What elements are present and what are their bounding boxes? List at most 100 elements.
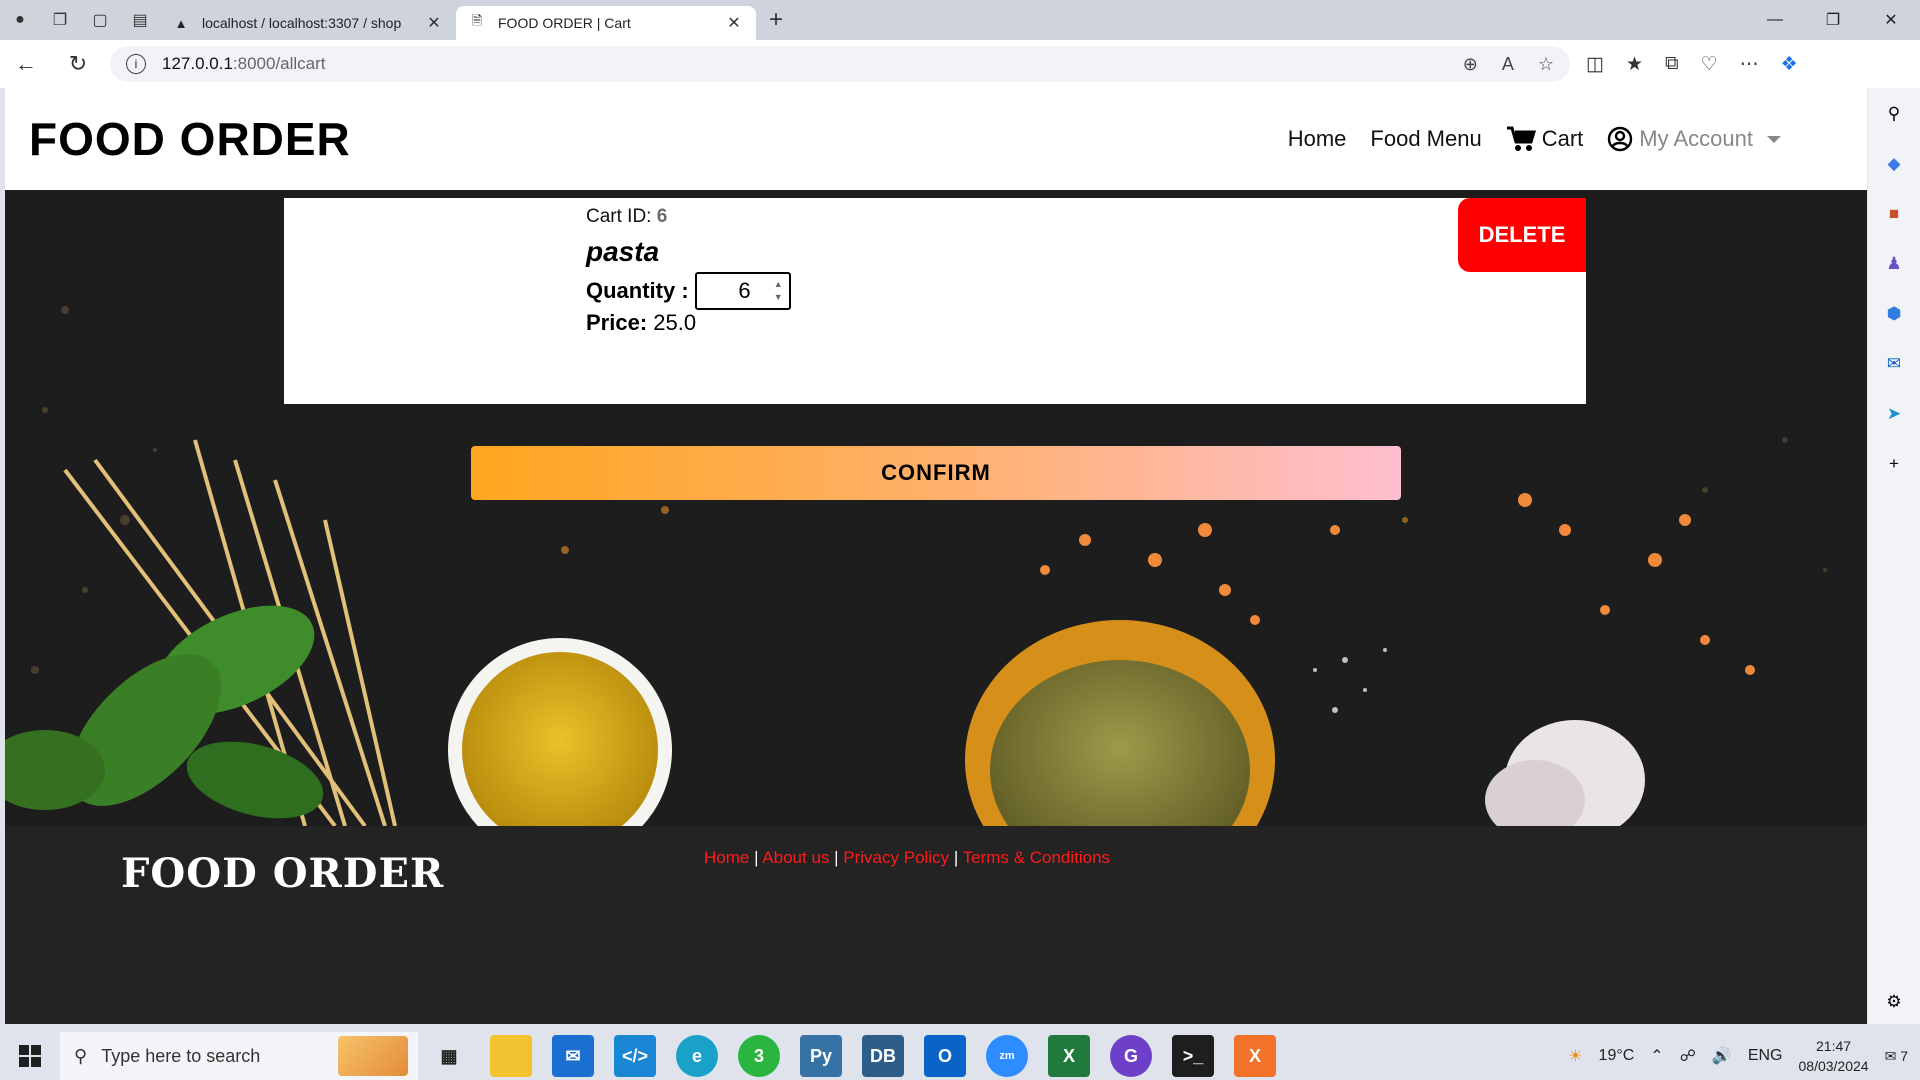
price-label: Price: <box>586 310 648 335</box>
nav-cart[interactable]: Cart <box>1500 126 1590 152</box>
excel-icon[interactable]: X <box>1048 1035 1090 1077</box>
pinned-tab-icon[interactable]: ▤ <box>120 0 160 40</box>
url-host: 127.0.0.1 <box>162 54 233 73</box>
window-controls: — ❐ ✕ <box>1746 0 1920 40</box>
footer-link-terms[interactable]: Terms & Conditions <box>963 848 1110 867</box>
zoom-icon[interactable]: zm <box>986 1035 1028 1077</box>
new-tab-button[interactable]: + <box>756 0 796 40</box>
footer-logo: FOOD ORDER <box>121 850 445 897</box>
favorites-icon[interactable]: ★ <box>1626 53 1643 76</box>
read-aloud-icon[interactable]: A <box>1502 54 1514 75</box>
spinner-icon[interactable]: ▲ ▼ <box>774 278 783 304</box>
search-icon[interactable]: ⚲ <box>1882 102 1906 126</box>
whatsapp-icon[interactable]: 3 <box>738 1035 780 1077</box>
page-viewport: FOOD ORDER Home Food Menu Cart My Accoun… <box>5 88 1867 1024</box>
minimize-icon[interactable]: — <box>1746 0 1804 40</box>
send-icon[interactable]: ➤ <box>1882 402 1906 426</box>
quantity-stepper[interactable]: 6 ▲ ▼ <box>694 272 791 310</box>
xampp-icon[interactable]: X <box>1234 1035 1276 1077</box>
network-icon[interactable]: ☍ <box>1680 1046 1696 1066</box>
language-indicator[interactable]: ENG <box>1748 1047 1783 1065</box>
system-tray: ☀ 19°C ⌃ ☍ 🔊 ENG 21:47 08/03/2024 ✉ 7 <box>1568 1036 1920 1076</box>
start-button[interactable] <box>0 1032 60 1080</box>
collections-icon[interactable]: ⧉ <box>1665 53 1679 76</box>
add-icon[interactable]: + <box>1882 452 1906 476</box>
file-explorer-icon[interactable] <box>490 1035 532 1077</box>
github-desktop-icon[interactable]: G <box>1110 1035 1152 1077</box>
weather-icon[interactable]: ☀ <box>1568 1046 1582 1066</box>
url-path: :8000/allcart <box>232 54 326 73</box>
close-icon[interactable]: ✕ <box>724 13 744 33</box>
nav-account-label: My Account <box>1639 126 1753 151</box>
quantity-row: Quantity : 6 ▲ ▼ <box>586 272 791 310</box>
microsoft365-icon[interactable]: ⬢ <box>1882 302 1906 326</box>
restore-icon[interactable]: ❐ <box>1804 0 1862 40</box>
task-view-icon[interactable]: ▦ <box>428 1035 470 1077</box>
chevron-up-icon[interactable]: ⌃ <box>1650 1046 1663 1066</box>
site-header: FOOD ORDER Home Food Menu Cart My Accoun… <box>5 88 1867 190</box>
phpmyadmin-icon: ▲ <box>174 15 188 31</box>
outlook-new-icon[interactable]: O <box>924 1035 966 1077</box>
price-value: 25.0 <box>653 310 697 335</box>
footer-link-about[interactable]: About us <box>762 848 829 867</box>
clock-time: 21:47 <box>1816 1038 1852 1054</box>
quantity-value: 6 <box>738 278 751 303</box>
browser-essentials-icon[interactable]: ♡ <box>1701 53 1718 76</box>
shopping-icon[interactable]: ◆ <box>1882 152 1906 176</box>
footer-link-privacy[interactable]: Privacy Policy <box>843 848 949 867</box>
python-icon[interactable]: Py <box>800 1035 842 1077</box>
weather-temp[interactable]: 19°C <box>1599 1047 1635 1065</box>
footer-link-home[interactable]: Home <box>704 848 749 867</box>
confirm-button[interactable]: CONFIRM <box>471 446 1401 500</box>
zoom-icon[interactable]: ⊕ <box>1463 54 1478 75</box>
browser-tab-strip: ● ❐ ▢ ▤ ▲ localhost / localhost:3307 / s… <box>0 0 1920 40</box>
settings-gear-icon[interactable]: ⚙ <box>1882 990 1906 1014</box>
tools-icon[interactable]: ■ <box>1882 202 1906 226</box>
quantity-label: Quantity : <box>586 278 689 303</box>
nav-food-menu[interactable]: Food Menu <box>1364 126 1487 152</box>
workspaces-icon[interactable]: ❐ <box>40 0 80 40</box>
vscode-icon[interactable]: </> <box>614 1035 656 1077</box>
site-logo[interactable]: FOOD ORDER <box>29 112 351 166</box>
cart-id-label: Cart ID: <box>586 206 652 227</box>
tab-phpmyadmin[interactable]: ▲ localhost / localhost:3307 / shop ✕ <box>160 6 456 40</box>
notification-icon[interactable]: ✉ 7 <box>1885 1048 1908 1065</box>
outlook-icon[interactable]: ✉ <box>1882 352 1906 376</box>
nav-cart-label: Cart <box>1541 126 1584 151</box>
profile-icon[interactable]: ● <box>0 0 40 40</box>
clock[interactable]: 21:47 08/03/2024 <box>1799 1036 1869 1076</box>
chevron-down-icon <box>1767 135 1781 143</box>
nav-my-account[interactable]: My Account <box>1601 126 1787 152</box>
search-placeholder: Type here to search <box>101 1045 261 1066</box>
mysql-workbench-icon[interactable]: DB <box>862 1035 904 1077</box>
site-nav: Home Food Menu Cart My Account <box>1282 126 1787 152</box>
site-footer: FOOD ORDER Home | About us | Privacy Pol… <box>5 826 1867 1024</box>
page-icon: 🗎 <box>471 13 483 28</box>
search-highlight-image <box>338 1036 408 1076</box>
site-info-icon[interactable]: i <box>126 54 146 74</box>
copilot-icon[interactable]: ❖ <box>1781 53 1798 76</box>
mail-icon[interactable]: ✉ <box>552 1035 594 1077</box>
taskbar-apps: ▦ ✉ </> e 3 Py DB O zm X G >_ X <box>428 1035 1276 1077</box>
favorite-star-icon[interactable]: ☆ <box>1538 54 1554 75</box>
browser-sidebar: ⚲ ◆ ■ ♟ ⬢ ✉ ➤ + ⚙ <box>1868 88 1920 1024</box>
games-icon[interactable]: ♟ <box>1882 252 1906 276</box>
clock-date: 08/03/2024 <box>1798 1058 1869 1074</box>
back-icon[interactable]: ← <box>0 40 52 88</box>
url-field[interactable]: i 127.0.0.1:8000/allcart ⊕ A ☆ <box>110 46 1570 82</box>
split-screen-icon[interactable]: ◫ <box>1586 53 1604 76</box>
nav-home[interactable]: Home <box>1282 126 1353 152</box>
terminal-icon[interactable]: >_ <box>1172 1035 1214 1077</box>
delete-button[interactable]: DELETE <box>1458 198 1586 272</box>
user-circle-icon <box>1608 126 1633 152</box>
more-icon[interactable]: ⋯ <box>1740 53 1759 76</box>
close-icon[interactable]: ✕ <box>424 13 444 33</box>
close-window-icon[interactable]: ✕ <box>1862 0 1920 40</box>
edge-icon[interactable]: e <box>676 1035 718 1077</box>
tab-cart[interactable]: 🗎 FOOD ORDER | Cart ✕ <box>456 6 756 40</box>
volume-icon[interactable]: 🔊 <box>1712 1046 1732 1066</box>
taskbar-search[interactable]: ⚲ Type here to search <box>60 1032 418 1080</box>
tab-actions-icon[interactable]: ▢ <box>80 0 120 40</box>
refresh-icon[interactable]: ↻ <box>52 40 104 88</box>
tab-title: localhost / localhost:3307 / shop <box>202 15 402 31</box>
